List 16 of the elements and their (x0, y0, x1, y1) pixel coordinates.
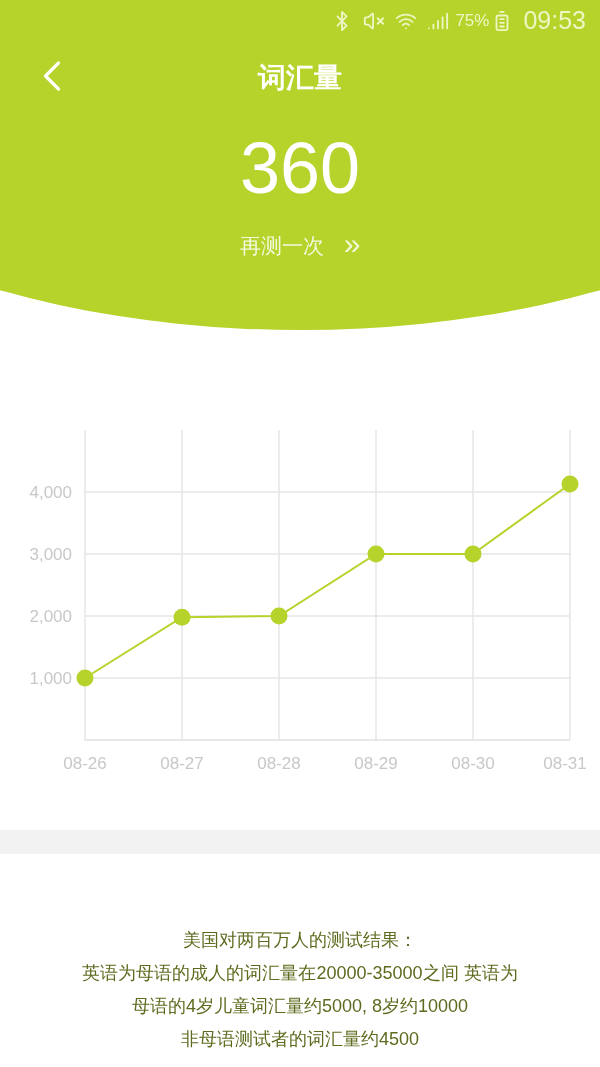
signal-icon (427, 10, 450, 32)
data-point (464, 545, 482, 563)
info-text: 非母语测试者的词汇量约4500 (179, 1028, 420, 1051)
mute-icon (363, 10, 386, 32)
retest-link[interactable]: 再测一次 » (239, 230, 361, 262)
data-point (367, 545, 385, 563)
battery-percent: 75% (455, 10, 490, 33)
page-title: 词汇量 (258, 61, 342, 95)
data-point (173, 608, 191, 626)
data-point (76, 669, 94, 687)
vocabulary-score: 360 (239, 132, 361, 204)
clock: 09:53 (523, 5, 586, 37)
info-text: 英语为母语的成人的词汇量在20000-35000之间 英语为母语的4岁儿童词汇量约5000, 8岁约10000 (81, 962, 519, 1018)
info-text: 美国对两百万人的测试结果： (182, 929, 418, 952)
data-point (561, 475, 579, 493)
data-point (270, 607, 288, 625)
